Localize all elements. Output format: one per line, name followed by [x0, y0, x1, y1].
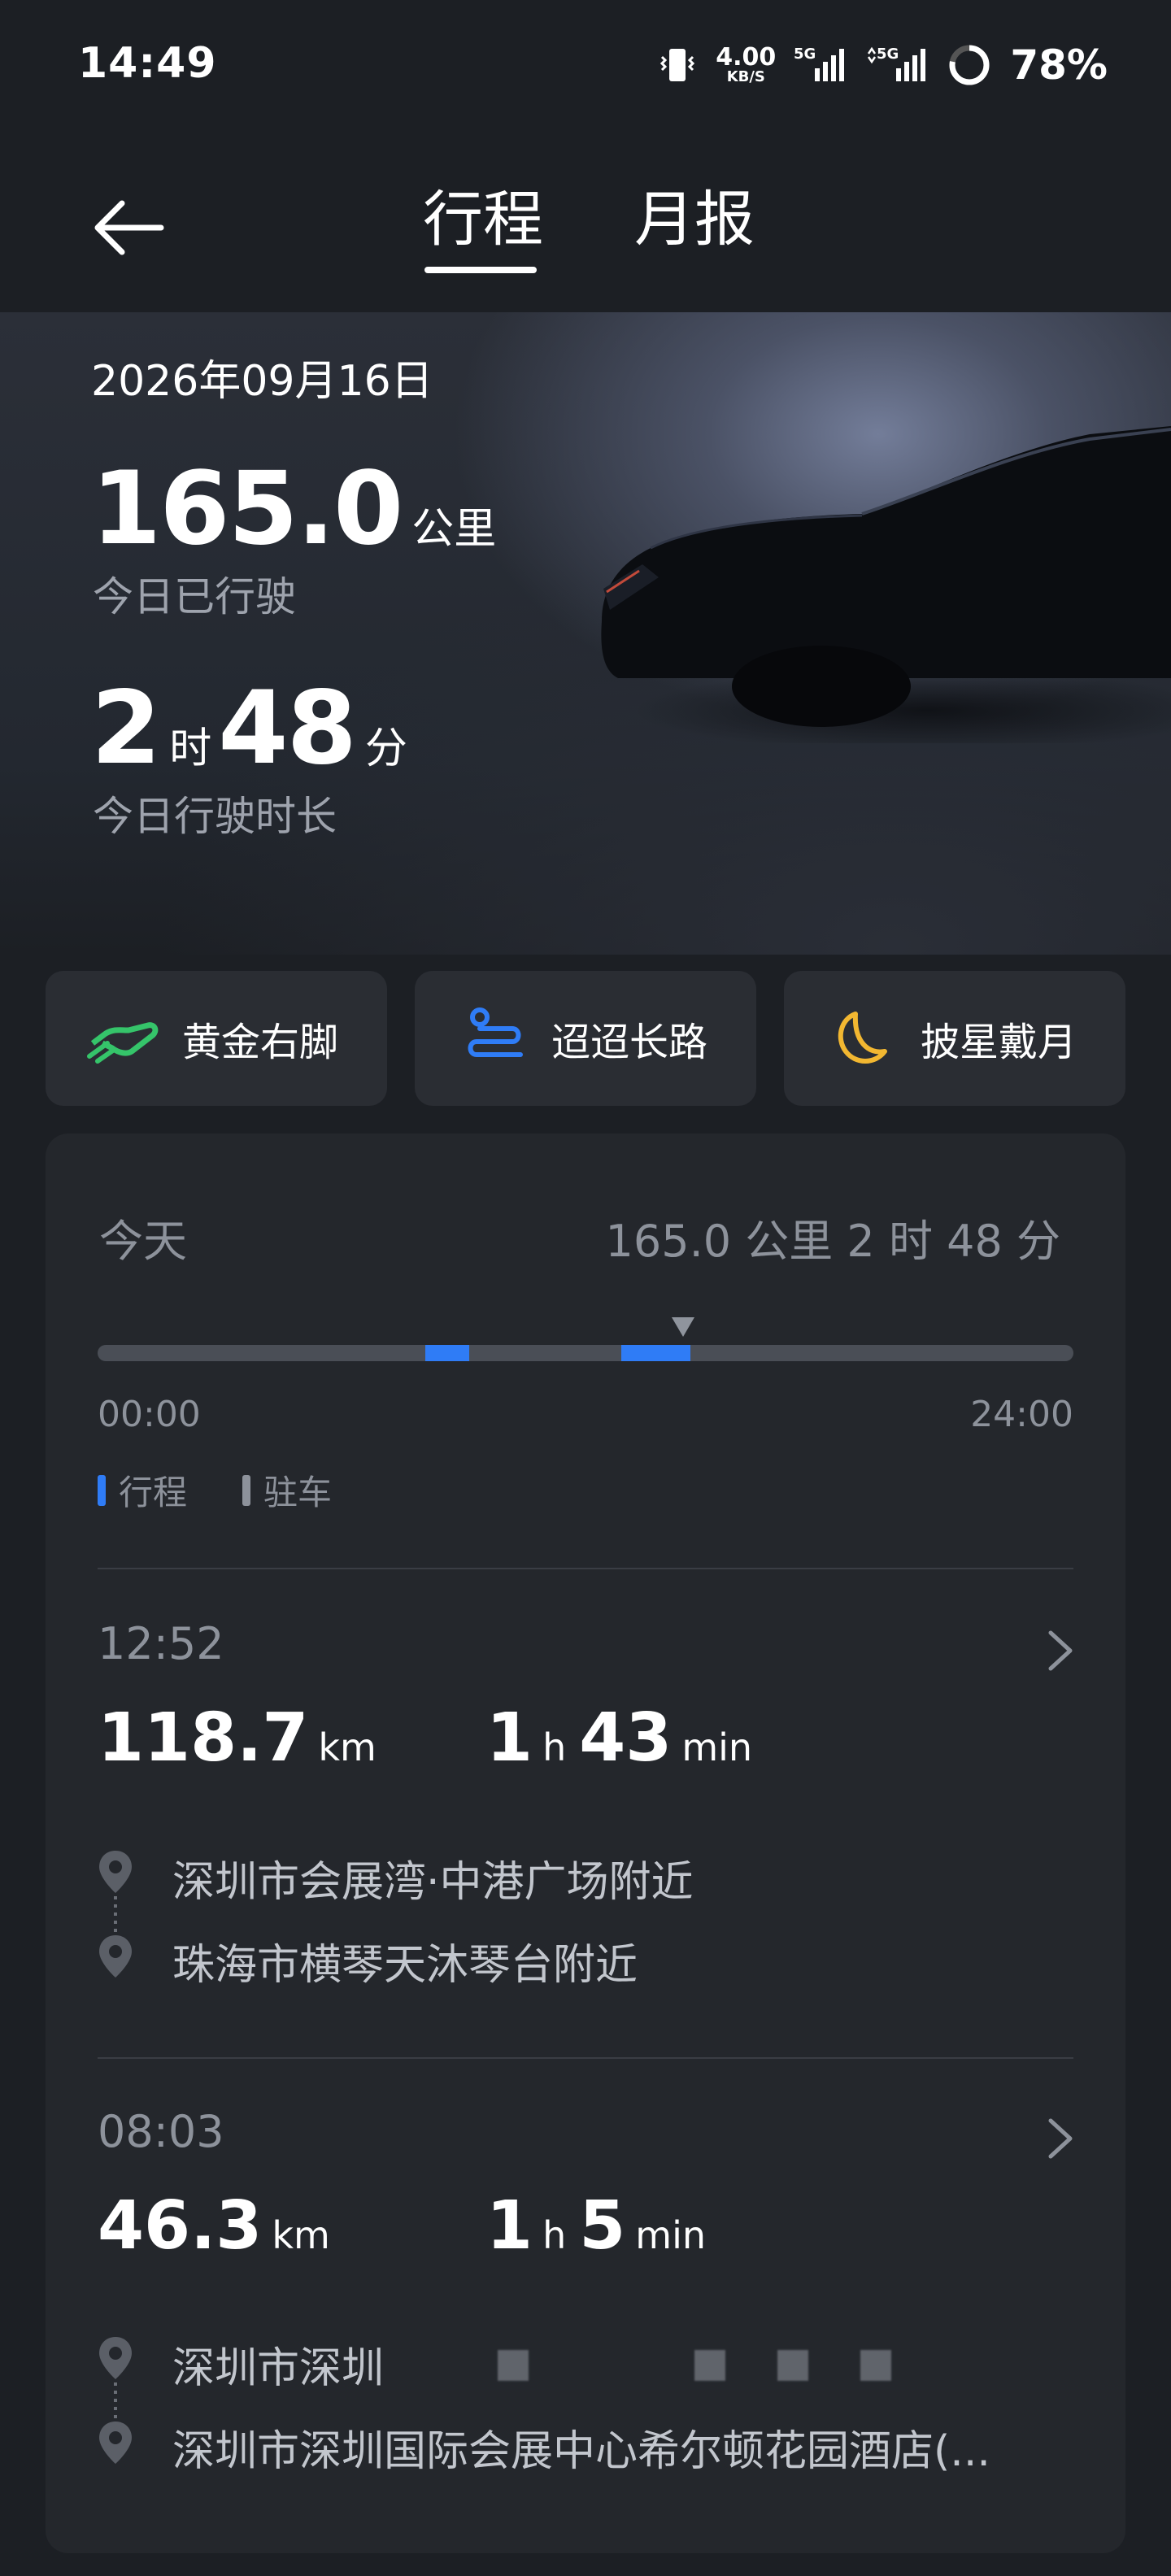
trip-summary-card: 今天 165.0 公里 2 时 48 分 00:00 24:00 行程 驻车 1… [46, 1134, 1125, 2553]
vibrate-icon [660, 49, 695, 81]
status-time: 14:49 [78, 39, 217, 88]
day-timeline [98, 1317, 1073, 1361]
trip-duration-hours: 1 [486, 1699, 533, 1777]
badge-golden-foot-label: 黄金右脚 [182, 1020, 339, 1065]
trip-end-location: 深圳市深圳国际会展中心希尔顿花园酒店(... [172, 2427, 990, 2476]
back-arrow-icon[interactable] [89, 187, 171, 268]
today-duration: 2 时 48 分 [91, 670, 407, 787]
trip-item[interactable]: 08:03 46.3 km 1 h 5 min 深圳市深圳 深圳市深圳国际会展中… [46, 2106, 1125, 2576]
status-icons: 4.00 KB/S 5G 5G 78% [657, 39, 1108, 91]
today-duration-minutes-unit: 分 [364, 724, 407, 773]
trip-duration-hours-unit: h [542, 1725, 567, 1769]
trip-duration: 1 h 43 min [486, 1699, 765, 1777]
trip-distance-unit: km [318, 1725, 377, 1769]
divider [98, 1568, 1073, 1569]
divider [98, 2057, 1073, 2059]
trip-start-time: 08:03 [98, 2106, 224, 2157]
tab-monthly-report[interactable]: 月报 [634, 171, 755, 258]
today-duration-caption: 今日行驶时长 [93, 793, 337, 840]
legend-parking-swatch [242, 1474, 250, 1506]
active-tab-indicator [424, 267, 537, 273]
badge-long-road[interactable]: 迢迢长路 [415, 971, 756, 1106]
header: 行程 月报 [0, 130, 1171, 312]
hero-banner: 2026年09月16日 165.0 公里 今日已行驶 2 时 48 分 今日行驶… [0, 312, 1171, 955]
badge-golden-foot[interactable]: 黄金右脚 [46, 971, 387, 1106]
trip-distance-value: 46.3 [98, 2187, 263, 2265]
today-distance: 165.0 公里 [91, 450, 496, 568]
start-location-pin-icon [99, 2337, 132, 2379]
trip-start-location: 深圳市深圳 [172, 2344, 385, 2393]
chevron-right-icon [1048, 2118, 1073, 2159]
network-speed: 4.00 KB/S [716, 46, 776, 85]
badge-moon[interactable]: 披星戴月 [784, 971, 1125, 1106]
trip-distance: 118.7 km [98, 1699, 390, 1777]
timeline-current-marker-icon [672, 1317, 694, 1337]
trip-duration-minutes-unit: min [635, 2213, 707, 2257]
badge-long-road-label: 迢迢长路 [551, 1020, 708, 1065]
trip-start-time: 12:52 [98, 1618, 224, 1669]
battery-percent: 78% [1010, 41, 1108, 89]
battery-ring-icon [949, 45, 990, 85]
signal-5g-secondary-icon: 5G [868, 46, 926, 81]
legend-trip-label: 行程 [119, 1473, 188, 1512]
redacted-text [498, 2350, 891, 2381]
route-connector [114, 1896, 117, 1932]
trip-duration: 1 h 5 min [486, 2187, 719, 2265]
trip-duration-minutes: 5 [579, 2187, 626, 2265]
long-road-icon [468, 1007, 523, 1057]
trip-distance: 46.3 km [98, 2187, 343, 2265]
today-duration-hours-unit: 时 [169, 724, 212, 773]
trip-duration-minutes: 43 [579, 1699, 673, 1777]
end-location-pin-icon [99, 1935, 132, 1978]
end-location-pin-icon [99, 2422, 132, 2464]
timeline-trip-segment [424, 1345, 469, 1361]
today-duration-minutes: 48 [218, 670, 357, 787]
signal-5g-secondary-label: 5G [877, 46, 899, 63]
legend-trip: 行程 [98, 1465, 187, 1515]
signal-5g-icon: 5G [794, 46, 845, 81]
legend-parking-label: 驻车 [263, 1473, 333, 1512]
network-speed-value: 4.00 [716, 43, 777, 72]
moon-icon [838, 1012, 887, 1064]
start-location-pin-icon [99, 1851, 132, 1893]
trip-duration-hours-unit: h [542, 2213, 567, 2257]
timeline-end-label: 24:00 [970, 1394, 1073, 1435]
hero-date: 2026年09月16日 [91, 357, 433, 406]
today-distance-unit: 公里 [411, 505, 497, 554]
tab-trip[interactable]: 行程 [423, 171, 543, 258]
today-distance-caption: 今日已行驶 [93, 573, 296, 620]
trip-distance-unit: km [272, 2213, 330, 2257]
today-distance-value: 165.0 [91, 450, 403, 568]
trip-item[interactable]: 12:52 118.7 km 1 h 43 min 深圳市会展湾·中港广场附近 … [46, 1618, 1125, 2106]
day-total: 165.0 公里 2 时 48 分 [605, 1216, 1061, 1267]
timeline-trip-segment [620, 1345, 690, 1361]
trip-duration-minutes-unit: min [681, 1725, 753, 1769]
route-connector [114, 2382, 117, 2418]
badge-moon-label: 披星戴月 [921, 1020, 1077, 1065]
legend-trip-swatch [98, 1474, 106, 1506]
golden-foot-icon [87, 1022, 159, 1064]
trip-end-location: 珠海市横琴天沐琴台附近 [172, 1941, 638, 1990]
day-label: 今天 [99, 1216, 187, 1267]
trip-duration-hours: 1 [486, 2187, 533, 2265]
chevron-right-icon [1048, 1630, 1073, 1671]
timeline-start-label: 00:00 [98, 1394, 201, 1435]
car-silhouette-image [601, 426, 1171, 743]
signal-5g-label: 5G [794, 46, 816, 63]
today-duration-hours: 2 [91, 670, 161, 787]
network-speed-unit: KB/S [726, 68, 765, 85]
trip-start-location: 深圳市会展湾·中港广场附近 [172, 1858, 694, 1907]
trip-distance-value: 118.7 [98, 1699, 309, 1777]
legend-parking: 驻车 [242, 1465, 332, 1515]
status-bar: 14:49 4.00 KB/S 5G 5G 78% [0, 0, 1171, 130]
